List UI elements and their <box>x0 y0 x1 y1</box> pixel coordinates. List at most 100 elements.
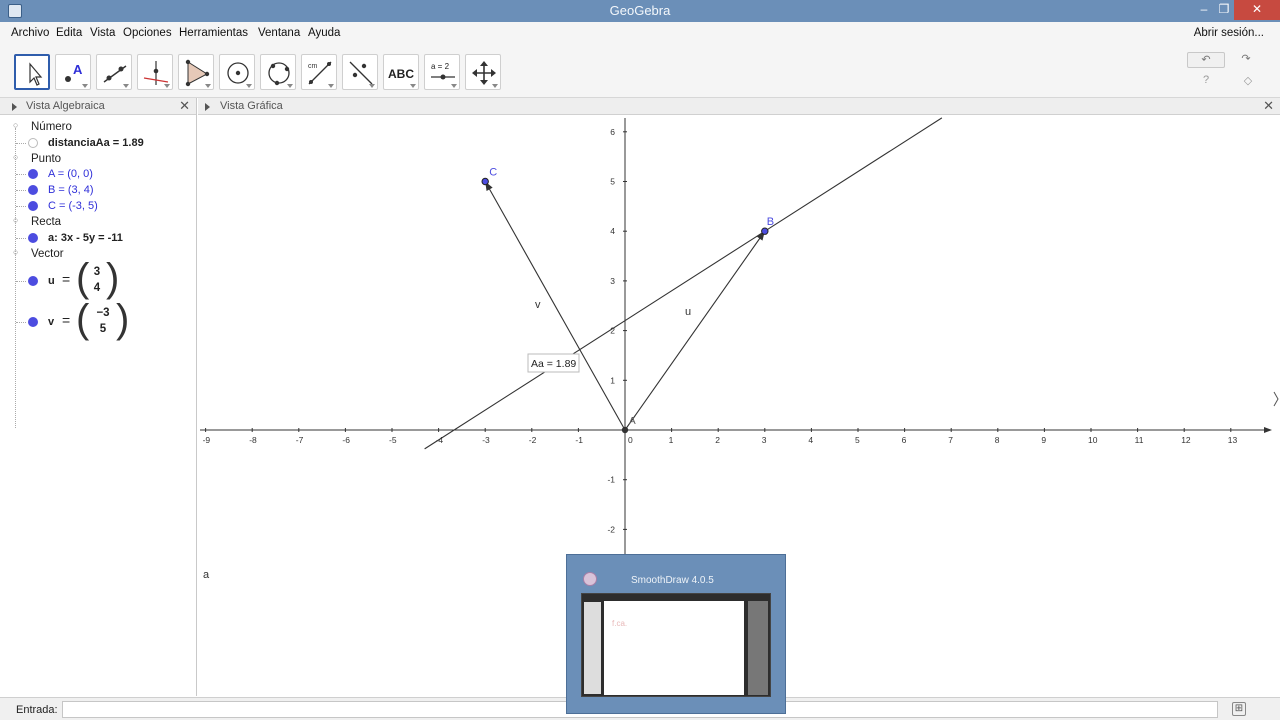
group-vector[interactable]: Vector <box>31 248 64 260</box>
algebra-item-distance[interactable]: distanciaAa = 1.89 <box>48 137 144 149</box>
input-help-icon[interactable]: ⊞ <box>1232 702 1246 716</box>
group-punto[interactable]: Punto <box>31 153 61 165</box>
x-tick-label: 10 <box>1088 435 1098 445</box>
x-tick-label: -1 <box>575 435 583 445</box>
angle-tool-button[interactable]: cm <box>301 54 337 90</box>
x-tick-label: 7 <box>948 435 953 445</box>
toolbar: A cm ABC a = 2 ↶ ↷ ? ◇ <box>0 46 1280 98</box>
y-tick-label: -2 <box>607 524 615 534</box>
graphics-view-title: Vista Gráfica <box>220 100 283 112</box>
visibility-toggle[interactable] <box>28 185 38 195</box>
vector-name: v <box>48 316 55 328</box>
algebra-view-title: Vista Algebraica <box>26 100 105 112</box>
vector-v[interactable] <box>484 181 626 431</box>
move-tool-button[interactable] <box>14 54 50 90</box>
menu-herramientas[interactable]: Herramientas <box>179 27 248 39</box>
preview-window: f.ca. <box>581 593 771 697</box>
vector-v-label: v <box>535 299 541 311</box>
vector-u[interactable] <box>624 230 766 431</box>
point-b-label: B <box>767 216 774 228</box>
title-bar: GeoGebra – ❐ ✕ <box>0 0 1280 22</box>
left-paren: ( <box>76 297 90 341</box>
panel-resize-handle-icon[interactable] <box>1273 391 1279 407</box>
y-tick-label: 6 <box>610 127 615 137</box>
preview-side-panel <box>584 602 601 694</box>
preview-canvas: f.ca. <box>604 601 744 695</box>
tree-branch <box>16 190 26 191</box>
menu-edita[interactable]: Edita <box>56 27 82 39</box>
group-numero[interactable]: Número <box>31 121 72 133</box>
undo-button[interactable]: ↶ <box>1187 52 1225 68</box>
menu-ayuda[interactable]: Ayuda <box>308 27 340 39</box>
redo-button[interactable]: ↷ <box>1227 52 1265 68</box>
preview-canvas-text: f.ca. <box>612 619 628 628</box>
menu-vista[interactable]: Vista <box>90 27 115 39</box>
collapse-arrow-icon[interactable] <box>205 103 210 111</box>
visibility-toggle[interactable] <box>28 138 38 148</box>
algebra-item-line-a[interactable]: a: 3x - 5y = -11 <box>48 232 123 244</box>
expand-icon[interactable]: ○ <box>13 120 18 130</box>
right-paren: ) <box>116 297 130 341</box>
algebra-item-point-b[interactable]: B = (3, 4) <box>48 184 94 196</box>
close-button[interactable]: ✕ <box>1234 0 1280 20</box>
algebra-item-point-c[interactable]: C = (-3, 5) <box>48 200 98 212</box>
y-tick-label: -1 <box>607 475 615 485</box>
y-tick-label: 5 <box>610 177 615 187</box>
x-tick-label: 8 <box>995 435 1000 445</box>
menu-ventana[interactable]: Ventana <box>258 27 300 39</box>
slider-tool-button[interactable]: a = 2 <box>424 54 460 90</box>
point-tool-button[interactable]: A <box>55 54 91 90</box>
x-tick-label: 2 <box>715 435 720 445</box>
graphics-view-header[interactable]: Vista Gráfica ✕ <box>198 98 1280 115</box>
expand-icon[interactable]: ○ <box>13 152 18 162</box>
menu-archivo[interactable]: Archivo <box>11 27 49 39</box>
svg-text:ABC: ABC <box>388 67 414 81</box>
close-algebra-view-icon[interactable]: ✕ <box>179 98 190 114</box>
vector-y: 5 <box>99 323 107 335</box>
algebra-item-point-a[interactable]: A = (0, 0) <box>48 168 93 180</box>
line-tool-button[interactable] <box>96 54 132 90</box>
tree-connector <box>15 128 16 428</box>
expand-icon[interactable]: ○ <box>13 215 18 225</box>
line-a[interactable] <box>424 117 943 450</box>
text-tool-button[interactable]: ABC <box>383 54 419 90</box>
collapse-arrow-icon[interactable] <box>12 103 17 111</box>
equals-sign: = <box>62 312 71 328</box>
move-graphics-view-tool-button[interactable] <box>465 54 501 90</box>
tree-branch <box>16 143 26 144</box>
x-tick-label: -7 <box>296 435 304 445</box>
settings-icon[interactable]: ◇ <box>1240 74 1256 90</box>
circle-tool-button[interactable] <box>219 54 255 90</box>
distance-label-text: Aa = 1.89 <box>531 358 576 370</box>
expand-icon[interactable]: ○ <box>13 247 18 257</box>
visibility-toggle[interactable] <box>28 317 38 327</box>
y-tick-label: 4 <box>610 226 615 236</box>
group-recta[interactable]: Recta <box>31 216 61 228</box>
visibility-toggle[interactable] <box>28 233 38 243</box>
x-tick-label: 1 <box>669 435 674 445</box>
x-tick-label: 0 <box>628 435 633 445</box>
close-graphics-view-icon[interactable]: ✕ <box>1263 98 1274 114</box>
x-tick-label: -8 <box>249 435 257 445</box>
vector-x: 3 <box>93 266 101 278</box>
login-link[interactable]: Abrir sesión... <box>1194 27 1264 39</box>
point-a[interactable] <box>621 426 629 434</box>
circle-three-points-tool-button[interactable] <box>260 54 296 90</box>
help-button[interactable]: ? <box>1198 74 1214 90</box>
perpendicular-line-tool-button[interactable] <box>137 54 173 90</box>
point-b[interactable] <box>761 227 769 235</box>
algebra-view-header[interactable]: Vista Algebraica ✕ <box>0 98 196 115</box>
visibility-toggle[interactable] <box>28 201 38 211</box>
visibility-toggle[interactable] <box>28 169 38 179</box>
tree-branch <box>16 174 26 175</box>
distance-label-box[interactable]: Aa = 1.89 <box>527 353 580 373</box>
preview-title: SmoothDraw 4.0.5 <box>631 575 714 586</box>
smoothdraw-taskbar-preview[interactable]: SmoothDraw 4.0.5 f.ca. <box>566 554 786 714</box>
reflect-tool-button[interactable] <box>342 54 378 90</box>
menu-opciones[interactable]: Opciones <box>123 27 172 39</box>
x-tick-label: 12 <box>1181 435 1191 445</box>
point-c[interactable] <box>481 177 489 186</box>
polygon-tool-button[interactable] <box>178 54 214 90</box>
cursor-arrow-icon <box>29 62 43 86</box>
visibility-toggle[interactable] <box>28 276 38 286</box>
